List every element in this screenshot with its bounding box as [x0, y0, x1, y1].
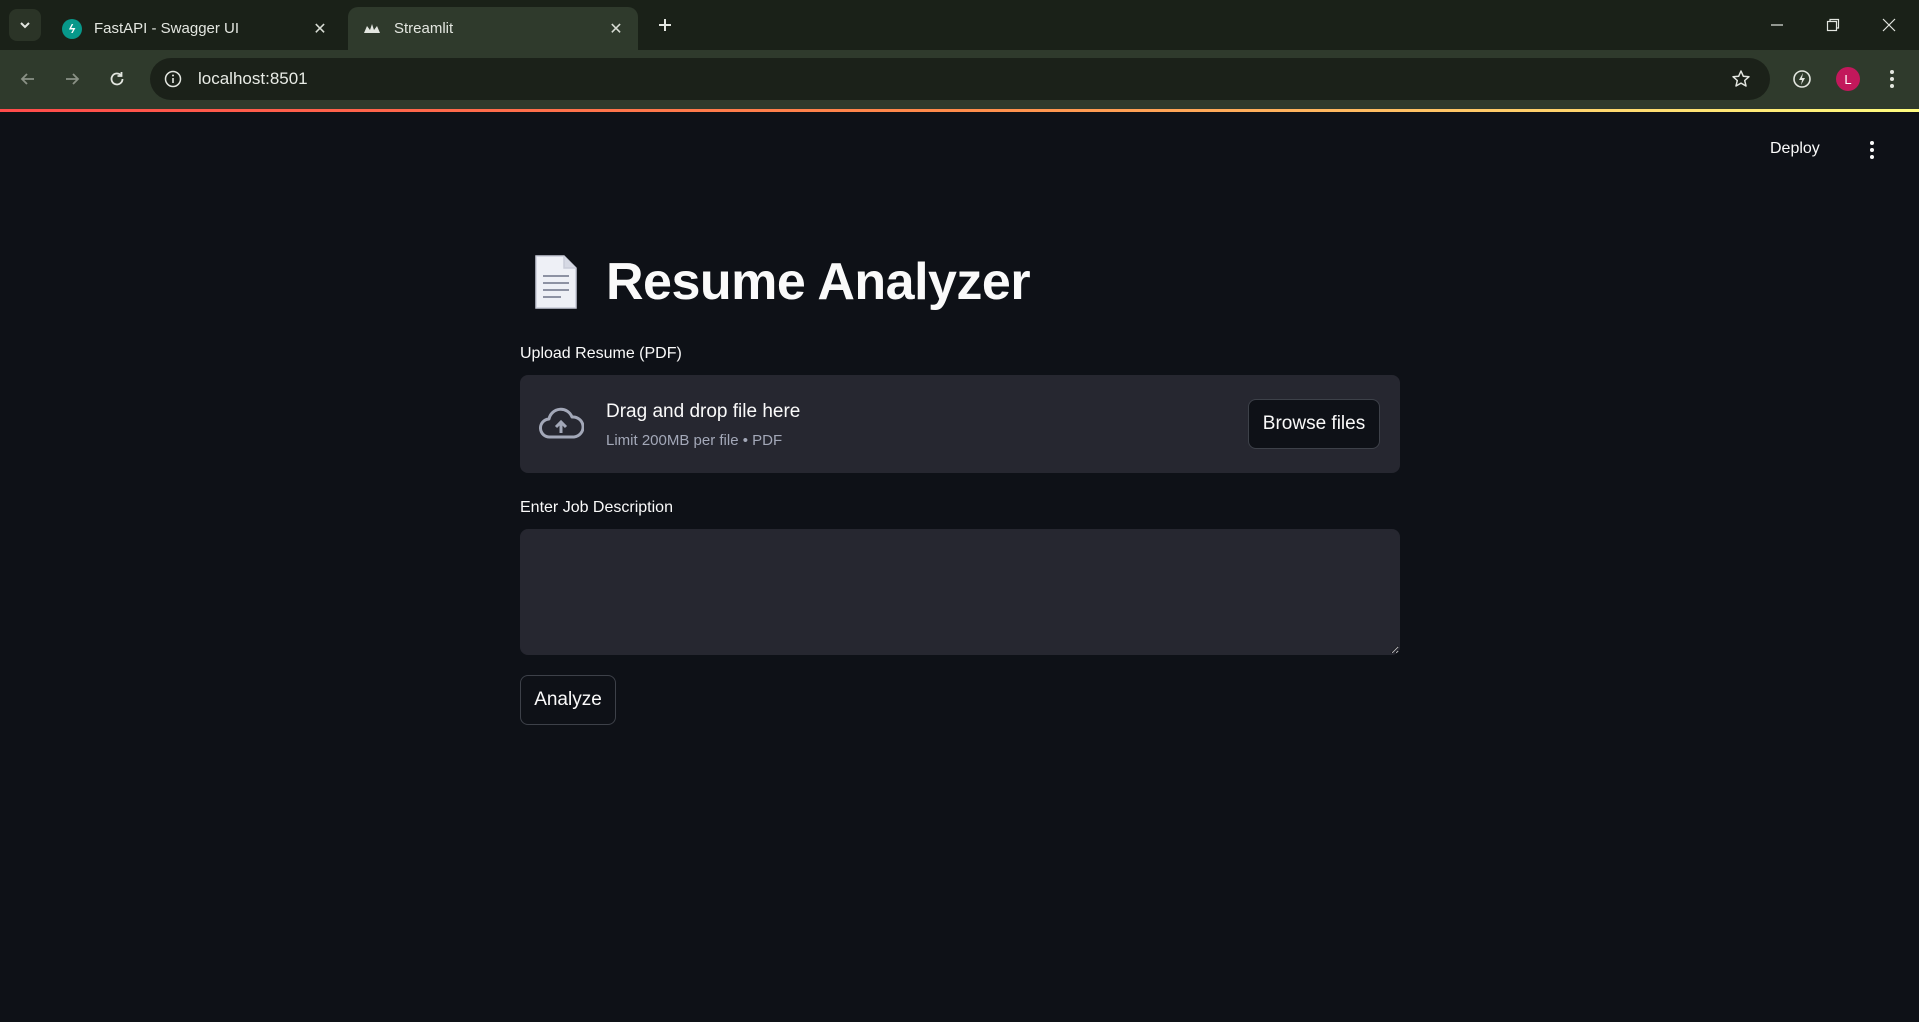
- tab-title: FastAPI - Swagger UI: [94, 20, 240, 37]
- app-header: Deploy: [0, 112, 1919, 196]
- dropzone-limit: Limit 200MB per file • PDF: [606, 432, 783, 449]
- close-icon: [1882, 18, 1896, 32]
- browse-files-button[interactable]: Browse files: [1248, 399, 1380, 449]
- reload-button[interactable]: [102, 64, 132, 94]
- tab-streamlit[interactable]: Streamlit ✕: [348, 7, 638, 50]
- plus-icon: [659, 19, 671, 31]
- tab-fastapi[interactable]: ϟ FastAPI - Swagger UI ✕: [48, 7, 342, 50]
- cloud-upload-icon: [539, 407, 584, 439]
- close-tab-icon[interactable]: ✕: [310, 19, 330, 39]
- browser-toolbar: localhost:8501 L: [0, 50, 1919, 109]
- job-description-input[interactable]: [520, 529, 1400, 655]
- back-button[interactable]: [13, 64, 43, 94]
- restore-button[interactable]: [1810, 8, 1856, 42]
- streamlit-icon: [362, 19, 382, 39]
- page-title-row: Resume Analyzer: [520, 252, 1400, 312]
- bookmark-star-icon[interactable]: [1730, 68, 1752, 90]
- site-info-icon[interactable]: [162, 68, 184, 90]
- fastapi-icon: ϟ: [62, 18, 82, 39]
- close-window-button[interactable]: [1866, 8, 1912, 42]
- deploy-button[interactable]: Deploy: [1770, 140, 1820, 158]
- dropzone-title: Drag and drop file here: [606, 401, 801, 422]
- url-text[interactable]: localhost:8501: [198, 69, 308, 89]
- browser-tab-bar: ϟ FastAPI - Swagger UI ✕ Streamlit ✕: [0, 0, 1919, 50]
- minimize-button[interactable]: [1754, 8, 1800, 42]
- address-bar[interactable]: localhost:8501: [150, 58, 1770, 100]
- forward-button[interactable]: [57, 64, 87, 94]
- analyze-button[interactable]: Analyze: [520, 675, 616, 725]
- browser-menu-button[interactable]: [1877, 64, 1907, 94]
- tab-search-button[interactable]: [9, 9, 41, 41]
- main-menu-button[interactable]: [1860, 138, 1884, 162]
- performance-icon[interactable]: [1787, 64, 1817, 94]
- arrow-right-icon: [66, 73, 80, 85]
- avatar: L: [1836, 67, 1860, 91]
- close-tab-icon[interactable]: ✕: [606, 19, 626, 39]
- page-title: Resume Analyzer: [606, 253, 1031, 311]
- file-dropzone[interactable]: Drag and drop file here Limit 200MB per …: [520, 375, 1400, 473]
- more-vertical-icon: [1890, 70, 1894, 88]
- minimize-icon: [1771, 24, 1783, 26]
- document-icon: [535, 255, 577, 309]
- chevron-down-icon: [20, 22, 30, 29]
- upload-label: Upload Resume (PDF): [520, 345, 682, 362]
- new-tab-button[interactable]: [652, 12, 678, 38]
- restore-icon: [1826, 18, 1840, 32]
- tab-title: Streamlit: [394, 20, 454, 37]
- main-content: Resume Analyzer Upload Resume (PDF) Drag…: [520, 252, 1400, 725]
- arrow-left-icon: [20, 73, 34, 85]
- profile-button[interactable]: L: [1833, 64, 1863, 94]
- more-vertical-icon: [1870, 141, 1874, 159]
- job-description-label: Enter Job Description: [520, 499, 673, 516]
- reload-icon: [110, 72, 124, 86]
